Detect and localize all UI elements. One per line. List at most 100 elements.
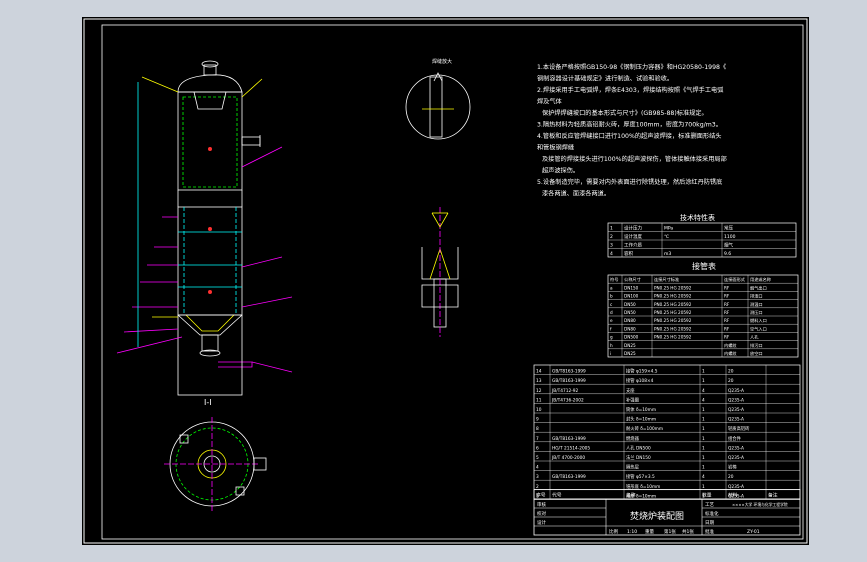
table-cell: PN0.25 HG 20592: [654, 294, 692, 299]
table-header-cell: 符号: [610, 276, 618, 283]
table-cell: 20: [728, 378, 734, 384]
table-cell: 1: [702, 436, 705, 442]
title-block-label: 工艺: [705, 502, 714, 508]
drawing-sheet[interactable]: I-I 焊缝放大 1.本设备严格按照GB150-98《钢制压力容器》和HG205…: [82, 17, 809, 545]
bom-table: 14 GB/T8163-1999 接管 φ159×4.5 1 2013 GB/T8163-…: [533, 364, 801, 500]
table-cell: 4: [536, 465, 539, 471]
sheet-label: 第1张: [664, 528, 676, 535]
table-cell: 4: [702, 388, 705, 394]
vessel-main-view: [116, 60, 293, 396]
title-block-label: 标准化: [705, 510, 719, 517]
note-line: 4.管板和反应管焊缝接口进行100%的超声波焊接，标准删面形结头: [537, 132, 721, 140]
nozzle-table-title: 接管表: [692, 261, 716, 271]
table-cell: 4: [702, 397, 705, 403]
inner-frame: [101, 24, 804, 540]
table-header-cell: 名称: [626, 492, 636, 499]
table-cell: 10: [536, 407, 542, 413]
table-cell: 封头 δ=10mm: [626, 416, 656, 423]
table-cell: 隔热层: [626, 464, 640, 471]
title-block-label: 校对: [537, 510, 546, 517]
detail-label: 焊缝放大: [432, 58, 452, 65]
table-cell: DN80: [624, 326, 636, 331]
table-header-cell: 备注: [768, 492, 778, 499]
table-cell: RF: [724, 285, 730, 290]
table-cell: GB/T8163-1999: [552, 474, 586, 480]
table-cell: PN0.25 HG 20592: [654, 310, 692, 315]
table-cell: DN50: [624, 310, 636, 315]
table-cell: RF: [724, 294, 730, 299]
table-cell: 轻质高铝砖: [728, 425, 750, 432]
table-cell: 1: [702, 445, 705, 451]
table-cell: 1: [702, 426, 705, 432]
table-cell: 20: [728, 369, 734, 375]
table-cell: 烟气出口: [750, 284, 767, 291]
table-cell: DN100: [624, 294, 639, 299]
table-header-cell: 代号: [552, 492, 562, 499]
upper-insulation: [182, 96, 238, 188]
table-cell: RF: [724, 335, 730, 340]
table-cell: g: [610, 335, 613, 340]
sheet-total: 共1张: [682, 528, 694, 535]
table-cell: GB/T8163-1999: [552, 436, 586, 442]
table-cell: 燃料入口: [750, 317, 767, 324]
table-cell: Q235-A: [728, 455, 744, 461]
table-cell: 容积: [624, 250, 633, 257]
table-cell: 1: [702, 378, 705, 384]
table-cell: 1100: [724, 234, 736, 240]
table-cell: 锥形底 δ=10mm: [626, 483, 660, 490]
note-line: 焊及气体: [537, 98, 563, 106]
table-cell: 排污口: [750, 342, 763, 349]
table-cell: 1: [702, 407, 705, 413]
note-line: 保护焊焊缝坡口的基本形式与尺寸》(GB985-88)标准规定。: [542, 109, 708, 117]
drawing-title: 焚烧炉装配图: [630, 510, 684, 522]
table-cell: DN80: [624, 318, 636, 323]
table-cell: DN25: [624, 343, 636, 348]
side-nozzle-upper: [241, 136, 261, 146]
table-cell: 8: [536, 426, 539, 432]
title-block-label: 审核: [537, 501, 546, 508]
note-line: 漆各两道、面漆各两道。: [542, 190, 610, 198]
table-cell: 7: [536, 436, 539, 442]
note-line: 2.焊接采用手工电弧焊，焊条E4303，焊接结构按照《气焊手工电弧: [537, 86, 723, 94]
section-view: [164, 417, 267, 511]
table-cell: DN150: [624, 285, 639, 290]
table-cell: 烟气: [724, 242, 733, 249]
table-cell: PN0.25 HG 20592: [654, 302, 692, 307]
nozzle-table: 符号 公称尺寸 连接尺寸标准 连接面形式 用途或名称 a DN150 PN0.25 HG 20…: [607, 274, 799, 358]
school-name: ××××大学 环境与化学工程学院: [732, 502, 788, 507]
technical-notes: 1.本设备严格按照GB150-98《钢制压力容器》和HG20580-1998《钢…: [537, 63, 727, 198]
table-cell: DN500: [624, 335, 639, 340]
table-cell: 1: [702, 465, 705, 471]
table-cell: 2: [610, 234, 613, 240]
table-cell: RF: [724, 318, 730, 323]
table-cell: 测压口: [750, 309, 763, 316]
section-view-label: I-I: [204, 398, 212, 407]
table-cell: PN0.25 HG 20592: [654, 285, 692, 290]
table-cell: Q235-A: [728, 445, 744, 451]
table-cell: PN0.25 HG 20592: [654, 326, 692, 331]
table-cell: 支座: [626, 387, 635, 394]
table-cell: MPa: [664, 226, 673, 232]
table-cell: 排渣口: [750, 293, 763, 300]
table-header-cell: 数量: [702, 492, 712, 499]
tech-table-title: 技术特性表: [680, 213, 715, 222]
table-cell: 4: [610, 251, 613, 257]
table-cell: 内螺纹: [724, 350, 737, 357]
table-cell: 常压: [724, 225, 733, 232]
table-cell: 测温口: [750, 301, 763, 308]
note-line: 5.设备制造完毕，需要对内外表面进行除锈处理，然后涂红丹防锈底: [537, 178, 722, 186]
table-cell: 筒体 δ=10mm: [626, 406, 656, 413]
table-header-cell: 材料: [728, 492, 738, 499]
drawing-canvas: I-I 焊缝放大 1.本设备严格按照GB150-98《钢制压力容器》和HG205…: [83, 18, 808, 544]
top-head: [177, 74, 243, 93]
table-cell: a: [610, 285, 613, 290]
note-line: 3.隔热材料为轻质高铝耐火砖，厚度100mm，密度为700kg/m3。: [537, 121, 722, 129]
table-cell: 补强圈: [626, 396, 639, 403]
table-cell: m3: [664, 251, 671, 257]
table-cell: 1: [702, 369, 705, 375]
table-cell: i: [610, 351, 611, 356]
scale-value: 1:10: [627, 529, 637, 535]
table-cell: 放空口: [750, 350, 763, 357]
table-cell: 3: [536, 474, 539, 480]
bottom-outlet: [201, 334, 219, 352]
